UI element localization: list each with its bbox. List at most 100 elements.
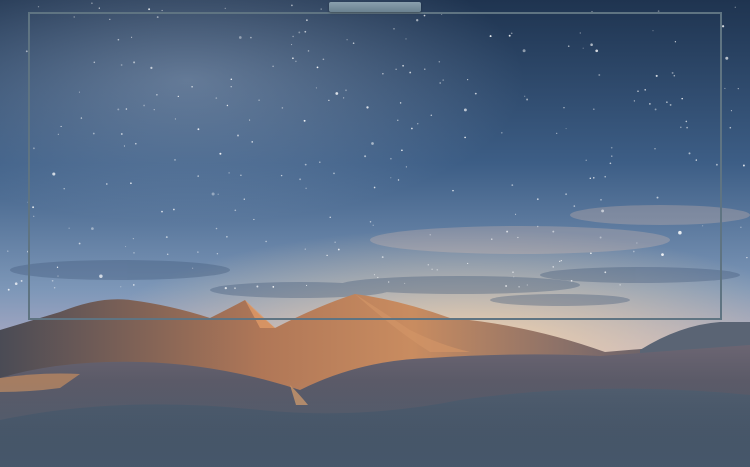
star [191, 267, 194, 269]
webcam-icon [329, 2, 421, 12]
star [500, 131, 503, 134]
star [399, 102, 402, 104]
star [217, 193, 219, 195]
star [93, 61, 96, 64]
star [506, 230, 509, 233]
star [156, 93, 158, 96]
star [373, 274, 375, 276]
star [590, 252, 592, 255]
star [637, 90, 639, 93]
star [219, 152, 222, 155]
star [197, 251, 199, 253]
star [489, 35, 492, 38]
star [563, 106, 565, 109]
star [429, 234, 431, 236]
star [150, 66, 153, 69]
star [298, 31, 301, 34]
star [595, 49, 599, 53]
star [404, 282, 406, 284]
star [369, 220, 372, 223]
star [515, 213, 517, 215]
star [560, 259, 562, 262]
star [673, 74, 676, 77]
star [411, 127, 413, 130]
star [346, 39, 348, 41]
star [131, 36, 133, 38]
star [681, 97, 683, 100]
star [397, 119, 399, 121]
star [440, 12, 443, 15]
star [423, 14, 426, 17]
star [724, 87, 726, 89]
star [173, 208, 175, 211]
star [388, 281, 390, 283]
star [417, 123, 419, 125]
star [177, 95, 179, 98]
star [125, 246, 127, 248]
star [319, 161, 321, 163]
star [601, 209, 605, 213]
star [526, 98, 529, 101]
star [80, 117, 83, 119]
desktop-wallpaper-frame [0, 0, 750, 467]
star [335, 92, 339, 95]
star [734, 6, 736, 8]
star [328, 99, 330, 101]
star [552, 230, 555, 233]
star [166, 253, 169, 256]
star [565, 193, 568, 196]
star [133, 252, 135, 254]
star [518, 285, 520, 288]
star [599, 236, 602, 239]
star [120, 286, 122, 288]
star [143, 104, 145, 107]
star [230, 86, 232, 88]
star [592, 108, 595, 111]
star [649, 103, 651, 105]
star [234, 287, 236, 290]
star [688, 152, 691, 155]
star [109, 18, 111, 21]
star [99, 274, 103, 278]
star [467, 79, 469, 81]
star [609, 162, 612, 165]
star [513, 276, 515, 278]
star [556, 132, 558, 134]
star [474, 92, 477, 95]
star [377, 276, 379, 279]
star [598, 74, 601, 76]
star [20, 279, 23, 282]
star [582, 47, 584, 49]
star [585, 159, 587, 161]
star [78, 91, 80, 93]
star [57, 133, 59, 135]
star [442, 79, 445, 81]
star [224, 7, 227, 10]
star [32, 147, 35, 150]
star [7, 288, 10, 291]
star [27, 250, 30, 253]
star [740, 226, 742, 228]
star [721, 25, 725, 28]
star [153, 109, 155, 111]
star [281, 107, 284, 109]
star [510, 32, 513, 35]
star [117, 108, 120, 111]
star [243, 198, 245, 200]
star [695, 159, 697, 161]
star [197, 175, 199, 177]
star [27, 201, 30, 204]
star [409, 71, 412, 74]
star [292, 57, 294, 60]
star [234, 209, 237, 212]
star [591, 11, 593, 14]
star [224, 286, 227, 290]
star [655, 74, 658, 77]
star [133, 284, 135, 286]
star [619, 284, 621, 286]
star [567, 45, 570, 48]
star [381, 256, 384, 259]
star [742, 164, 745, 167]
star [307, 50, 310, 52]
star [226, 104, 229, 107]
